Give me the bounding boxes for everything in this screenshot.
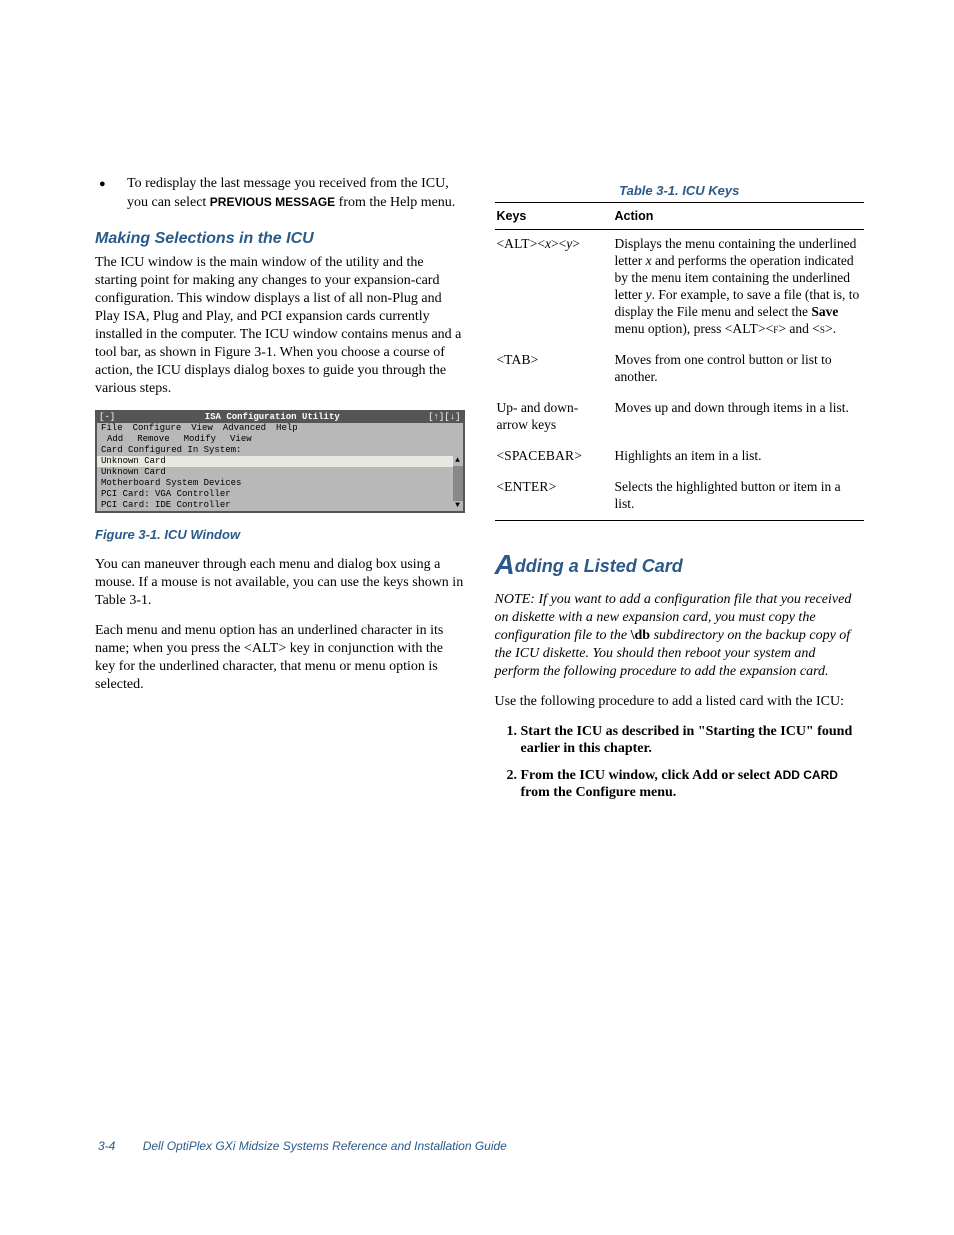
section-dropcap: A [495,549,515,580]
cell-keys: <TAB> [495,346,613,394]
steps-list: Start the ICU as described in "Starting … [495,723,865,801]
bullet-marker: ● [95,175,127,212]
cell-action: Highlights an item in a list. [613,442,865,473]
icu-tool-item: Remove [137,434,169,444]
step-2: From the ICU window, click Add or select… [521,767,865,801]
th-action: Action [613,203,865,230]
icu-tool-item: Modify [184,434,216,444]
cell-action: Displays the menu containing the underli… [613,230,865,347]
cell-action: Moves up and down through items in a lis… [613,394,865,442]
right-column: Table 3-1. ICU Keys Keys Action <ALT><x>… [495,175,865,811]
table-row: <TAB>Moves from one control button or li… [495,346,865,394]
table-caption: Table 3-1. ICU Keys [495,183,865,198]
note-bold: \db [631,628,650,643]
page-footer: 3-4 Dell OptiPlex GXi Midsize Systems Re… [98,1139,507,1153]
icu-menu-item: Help [276,423,298,433]
icu-list-label: Card Configured In System: [97,445,463,456]
icu-title-right: [↑][↓] [421,412,463,423]
icu-title-left: [-] [97,412,124,423]
icu-menubar: File Configure View Advanced Help [97,423,463,434]
bullet-post: from the Help menu. [335,195,455,210]
icu-title-center: ISA Configuration Utility [124,412,421,423]
para-alt-key: Each menu and menu option has an underli… [95,622,465,694]
cell-keys: Up- and down-arrow keys [495,394,613,442]
footer-title: Dell OptiPlex GXi Midsize Systems Refere… [143,1139,507,1153]
cell-keys: <ENTER> [495,473,613,521]
table-row: <ENTER>Selects the highlighted button or… [495,473,865,521]
table-row: Up- and down-arrow keysMoves up and down… [495,394,865,442]
scroll-up-icon: ▲ [453,456,463,466]
icu-menu-item: View [191,423,213,433]
bullet-bold: PREVIOUS MESSAGE [210,195,335,209]
cell-action: Selects the highlighted button or item i… [613,473,865,521]
icu-menu-item: File [101,423,123,433]
scroll-down-icon: ▼ [453,501,463,511]
note-config-file: NOTE: If you want to add a configuration… [495,591,865,681]
figure-caption: Figure 3-1. ICU Window [95,527,465,542]
icu-list-row: PCI Card: IDE Controller [97,500,453,511]
step2-bold: ADD CARD [774,768,838,782]
icu-menu-item: Advanced [223,423,266,433]
th-keys: Keys [495,203,613,230]
section-rest: dding a Listed Card [515,556,683,576]
table-row: <SPACEBAR>Highlights an item in a list. [495,442,865,473]
section-adding-listed-card: Adding a Listed Card [495,549,865,581]
bullet-item: ● To redisplay the last message you rece… [95,175,465,212]
figure-icu-window: [-] ISA Configuration Utility [↑][↓] Fil… [95,410,465,513]
icu-list-row: Unknown Card [97,456,453,467]
step2-pre: From the ICU window, click Add or select [521,768,774,783]
icu-list-row: Motherboard System Devices [97,478,453,489]
subhead-making-selections: Making Selections in the ICU [95,230,465,248]
icu-tool-item: Add [107,434,123,444]
icu-menu-item: Configure [133,423,182,433]
icu-list: Unknown Card Unknown Card Motherboard Sy… [97,456,453,511]
table-row: <ALT><x><y>Displays the menu containing … [495,230,865,347]
icu-window-mock: [-] ISA Configuration Utility [↑][↓] Fil… [95,410,465,513]
icu-scrollbar: ▲ ▼ [453,456,463,511]
icu-list-row: Unknown Card [97,467,453,478]
icu-list-wrap: Unknown Card Unknown Card Motherboard Sy… [97,456,463,511]
step-1: Start the ICU as described in "Starting … [521,723,865,757]
para-maneuver: You can maneuver through each menu and d… [95,556,465,610]
page-number: 3-4 [98,1139,115,1153]
para-icu-window: The ICU window is the main window of the… [95,254,465,398]
cell-action: Moves from one control button or list to… [613,346,865,394]
cell-keys: <SPACEBAR> [495,442,613,473]
cell-keys: <ALT><x><y> [495,230,613,347]
icu-tool-item: View [230,434,252,444]
bullet-text: To redisplay the last message you receiv… [127,175,465,212]
icu-keys-table: Keys Action <ALT><x><y>Displays the menu… [495,202,865,521]
para3-key: ALT [252,641,279,656]
icu-toolbar: Add Remove Modify View [97,434,463,445]
step2-post: from the Configure menu. [521,785,677,800]
icu-list-row: PCI Card: VGA Controller [97,489,453,500]
left-column: ● To redisplay the last message you rece… [95,175,465,811]
icu-titlebar: [-] ISA Configuration Utility [↑][↓] [97,412,463,423]
para-procedure: Use the following procedure to add a lis… [495,693,865,711]
